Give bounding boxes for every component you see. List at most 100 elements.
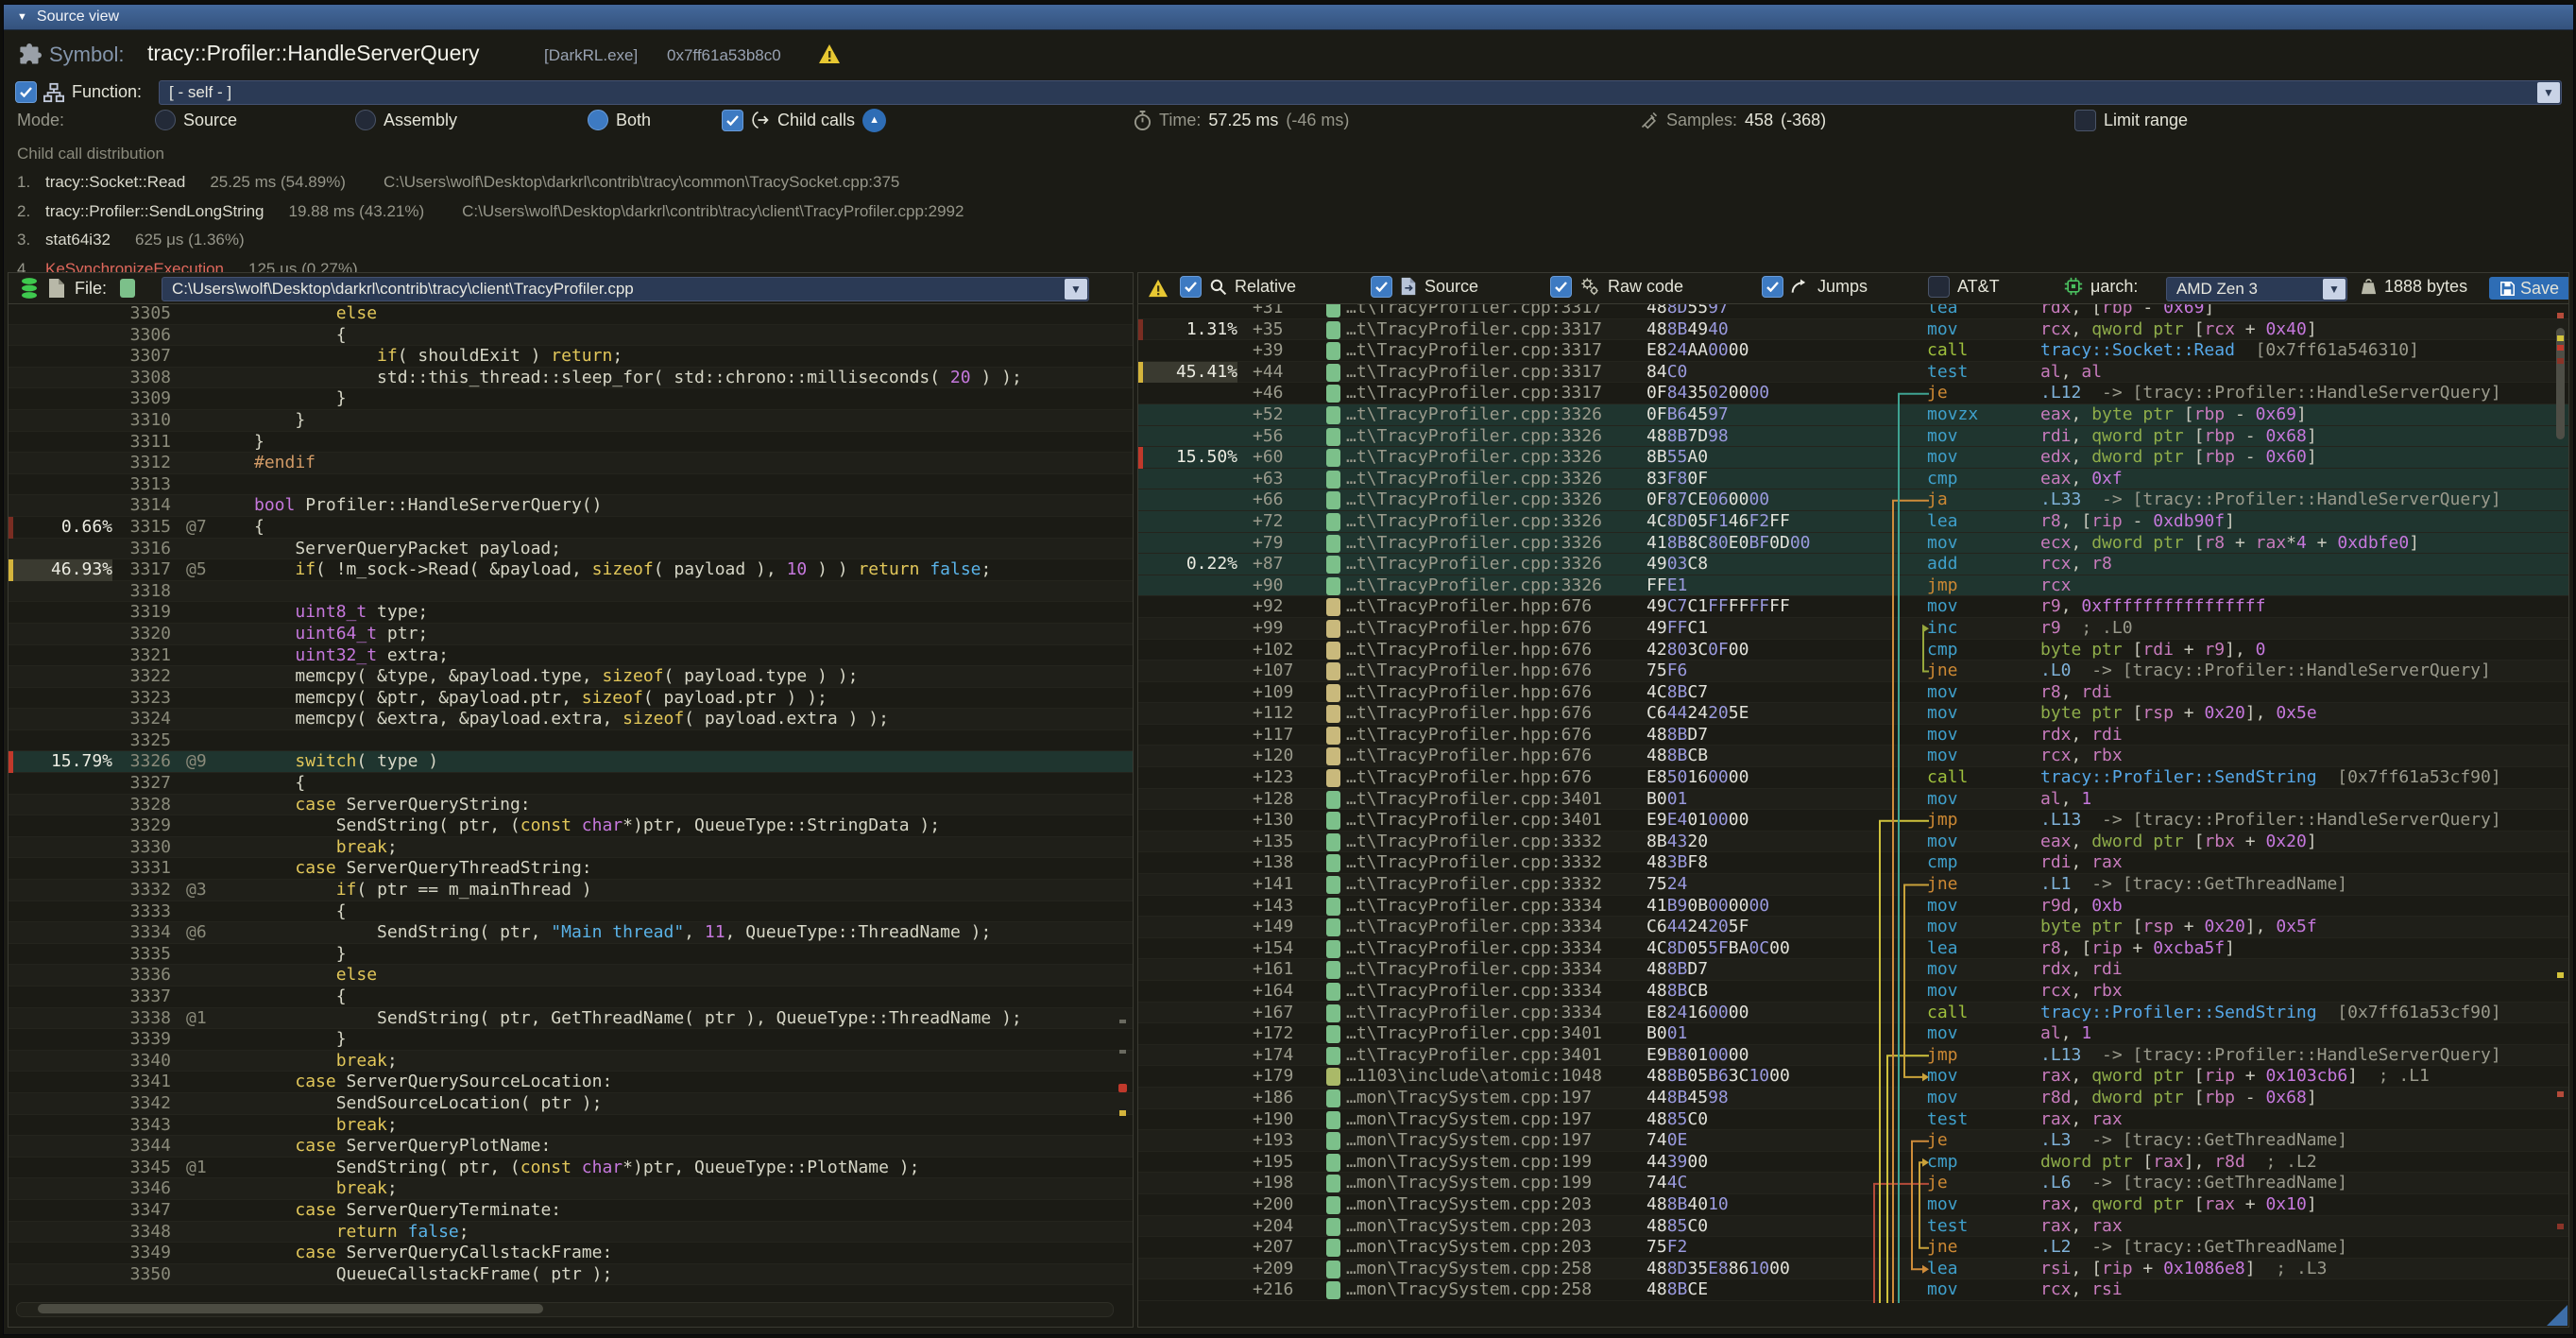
asm-row[interactable]: +46…t\TracyProfiler.cpp:33170F8435020000… [1138, 383, 2568, 404]
limit-range-checkbox[interactable]: Limit range [2074, 107, 2188, 133]
source-line-row[interactable]: 3322 memcpy( &type, &payload.type, sizeo… [9, 666, 1133, 688]
source-line-row[interactable]: 3319 uint8_t type; [9, 602, 1133, 624]
source-line-row[interactable]: 3331 case ServerQueryThreadString: [9, 858, 1133, 880]
source-line-row[interactable]: 3318 [9, 581, 1133, 603]
att-checkbox[interactable]: AT&T [1928, 273, 2000, 300]
asm-row[interactable]: +63…t\TracyProfiler.cpp:332683F80Fcmpeax… [1138, 469, 2568, 490]
save-button[interactable]: Save [2489, 277, 2569, 300]
titlebar[interactable]: ▼ Source view [4, 5, 2573, 30]
source-line-row[interactable]: 3347 case ServerQueryTerminate: [9, 1200, 1133, 1222]
asm-row[interactable]: +200…mon\TracySystem.cpp:203488B4010movr… [1138, 1194, 2568, 1216]
source-line-row[interactable]: 3325 [9, 730, 1133, 752]
source-line-row[interactable]: 3337 { [9, 986, 1133, 1008]
child-calls-up-button[interactable]: ▲ [862, 109, 886, 132]
source-line-row[interactable]: 3335 } [9, 944, 1133, 966]
asm-row[interactable]: +117…t\TracyProfiler.hpp:676488BD7movrdx… [1138, 725, 2568, 746]
source-line-row[interactable]: 3309 } [9, 388, 1133, 410]
source-line-row[interactable]: 3342 SendSourceLocation( ptr ); [9, 1093, 1133, 1115]
source-line-row[interactable]: 3324 memcpy( &extra, &payload.extra, siz… [9, 709, 1133, 730]
mode-radio-both[interactable]: Both [588, 107, 651, 133]
asm-row[interactable]: +109…t\TracyProfiler.hpp:6764C8BC7movr8,… [1138, 682, 2568, 704]
child-calls-checkbox[interactable]: Child calls ▲ [722, 107, 886, 133]
collapse-icon[interactable]: ▼ [17, 11, 27, 23]
child-call-entry[interactable]: 3.stat64i32625 μs (1.36%) [17, 229, 282, 251]
resize-grip[interactable] [2547, 1305, 2567, 1326]
source-line-row[interactable]: 3310 } [9, 410, 1133, 432]
jumps-checkbox[interactable]: Jumps [1762, 273, 1868, 300]
asm-row[interactable]: +120…t\TracyProfiler.hpp:676488BCBmovrcx… [1138, 746, 2568, 767]
child-call-entry[interactable]: 2.tracy::Profiler::SendLongString19.88 m… [17, 200, 964, 223]
asm-row[interactable]: +72…t\TracyProfiler.cpp:33264C8D05F146F2… [1138, 511, 2568, 533]
source-line-row[interactable]: 3328 case ServerQueryString: [9, 795, 1133, 816]
radio-icon[interactable] [155, 110, 176, 130]
radio-icon-selected[interactable] [588, 110, 608, 130]
asm-row[interactable]: +39…t\TracyProfiler.cpp:3317E824AA0000ca… [1138, 340, 2568, 362]
source-line-row[interactable]: 3306 { [9, 325, 1133, 347]
asm-row[interactable]: +138…t\TracyProfiler.cpp:3332483BF8cmprd… [1138, 852, 2568, 874]
asm-row[interactable]: +123…t\TracyProfiler.hpp:676E850160000ca… [1138, 767, 2568, 789]
source-line-row[interactable]: 3307 if( shouldExit ) return; [9, 346, 1133, 368]
asm-row[interactable]: +99…t\TracyProfiler.hpp:67649FFC1incr9 ;… [1138, 618, 2568, 640]
source-line-row[interactable]: 3339 } [9, 1029, 1133, 1051]
source-line-row[interactable]: 0.66%3315@7{ [9, 517, 1133, 539]
asm-row[interactable]: +66…t\TracyProfiler.cpp:33260F87CE060000… [1138, 489, 2568, 511]
source-line-row[interactable]: 3338@1 SendString( ptr, GetThreadName( p… [9, 1008, 1133, 1030]
relative-checkbox[interactable]: Relative [1180, 273, 1296, 300]
checkbox-icon[interactable] [722, 110, 743, 131]
source-hscrollbar[interactable] [16, 1302, 1114, 1317]
asm-row[interactable]: +143…t\TracyProfiler.cpp:333441B90B00000… [1138, 896, 2568, 918]
source-line-row[interactable]: 3330 break; [9, 837, 1133, 859]
asm-row[interactable]: +193…mon\TracySystem.cpp:197740Eje.L3 ->… [1138, 1130, 2568, 1152]
asm-row[interactable]: +209…mon\TracySystem.cpp:258488D35E88610… [1138, 1259, 2568, 1280]
asm-row[interactable]: +198…mon\TracySystem.cpp:199744Cje.L6 ->… [1138, 1173, 2568, 1194]
asm-row[interactable]: +56…t\TracyProfiler.cpp:3326488B7D98movr… [1138, 426, 2568, 448]
source-line-row[interactable]: 46.93%3317@5 if( !m_sock->Read( &payload… [9, 559, 1133, 581]
asm-row[interactable]: +79…t\TracyProfiler.cpp:3326418B8C80E0BF… [1138, 533, 2568, 555]
source-line-row[interactable]: 3349 case ServerQueryCallstackFrame: [9, 1243, 1133, 1264]
source-line-row[interactable]: 3316 ServerQueryPacket payload; [9, 539, 1133, 560]
source-line-row[interactable]: 3321 uint32_t extra; [9, 645, 1133, 667]
source-line-row[interactable]: 3336 else [9, 965, 1133, 986]
asm-row[interactable]: 0.22%+87…t\TracyProfiler.cpp:33264903C8a… [1138, 554, 2568, 575]
asm-row[interactable]: +195…mon\TracySystem.cpp:199443900cmpdwo… [1138, 1152, 2568, 1174]
march-dropdown[interactable]: AMD Zen 3 ▼ [2166, 277, 2347, 301]
asm-row[interactable]: +216…mon\TracySystem.cpp:258488BCEmovrcx… [1138, 1279, 2568, 1301]
source-checkbox[interactable]: Source [1371, 273, 1478, 300]
asm-row[interactable]: +179…1103\include\atomic:1048488B05B63C1… [1138, 1066, 2568, 1088]
chevron-down-icon[interactable]: ▼ [1065, 279, 1087, 300]
asm-row[interactable]: +128…t\TracyProfiler.cpp:3401B001moval, … [1138, 789, 2568, 811]
source-line-row[interactable]: 3343 break; [9, 1115, 1133, 1137]
source-line-row[interactable]: 3350 QueueCallstackFrame( ptr ); [9, 1264, 1133, 1286]
asm-row[interactable]: +52…t\TracyProfiler.cpp:33260FB64597movz… [1138, 404, 2568, 426]
function-dropdown[interactable]: [ - self - ] ▼ [159, 80, 2562, 105]
raw-code-checkbox[interactable]: Raw code [1550, 273, 1683, 300]
function-checkbox[interactable] [15, 81, 37, 103]
source-line-row[interactable]: 3308 std::this_thread::sleep_for( std::c… [9, 368, 1133, 389]
source-line-row[interactable]: 3329 SendString( ptr, (const char*)ptr, … [9, 815, 1133, 837]
file-dropdown[interactable]: C:\Users\wolf\Desktop\darkrl\contrib\tra… [162, 277, 1089, 301]
source-line-row[interactable]: 15.79%3326@9 switch( type ) [9, 751, 1133, 773]
asm-row[interactable]: +149…t\TracyProfiler.cpp:3334C64424205Fm… [1138, 917, 2568, 938]
checkbox-icon[interactable] [2074, 110, 2096, 131]
child-call-entry[interactable]: 4.KeSynchronizeExecution125 μs (0.27%) [17, 258, 396, 273]
asm-row[interactable]: +204…mon\TracySystem.cpp:2034885C0testra… [1138, 1216, 2568, 1238]
source-line-row[interactable]: 3327 { [9, 773, 1133, 795]
radio-icon[interactable] [355, 110, 376, 130]
scrollbar-thumb[interactable] [38, 1304, 543, 1313]
asm-row[interactable]: +164…t\TracyProfiler.cpp:3334488BCBmovrc… [1138, 981, 2568, 1003]
asm-row[interactable]: +190…mon\TracySystem.cpp:1974885C0testra… [1138, 1109, 2568, 1131]
mode-radio-source[interactable]: Source [155, 107, 237, 133]
source-line-row[interactable]: 3346 break; [9, 1178, 1133, 1200]
source-line-row[interactable]: 3312#endif [9, 453, 1133, 474]
asm-row[interactable]: +130…t\TracyProfiler.cpp:3401E9E4010000j… [1138, 810, 2568, 832]
source-line-row[interactable]: 3323 memcpy( &ptr, &payload.ptr, sizeof(… [9, 688, 1133, 710]
asm-row[interactable]: +135…t\TracyProfiler.cpp:33328B4320movea… [1138, 832, 2568, 853]
asm-row[interactable]: 45.41%+44…t\TracyProfiler.cpp:331784C0te… [1138, 362, 2568, 384]
asm-row[interactable]: +90…t\TracyProfiler.cpp:3326FFE1jmprcx [1138, 575, 2568, 597]
source-line-row[interactable]: 3311} [9, 432, 1133, 454]
child-call-entry[interactable]: 1.tracy::Socket::Read25.25 ms (54.89%)C:… [17, 171, 899, 194]
mode-radio-assembly[interactable]: Assembly [355, 107, 457, 133]
source-line-row[interactable]: 3348 return false; [9, 1222, 1133, 1244]
chevron-down-icon[interactable]: ▼ [2323, 279, 2346, 300]
source-line-row[interactable]: 3334@6 SendString( ptr, "Main thread", 1… [9, 922, 1133, 944]
